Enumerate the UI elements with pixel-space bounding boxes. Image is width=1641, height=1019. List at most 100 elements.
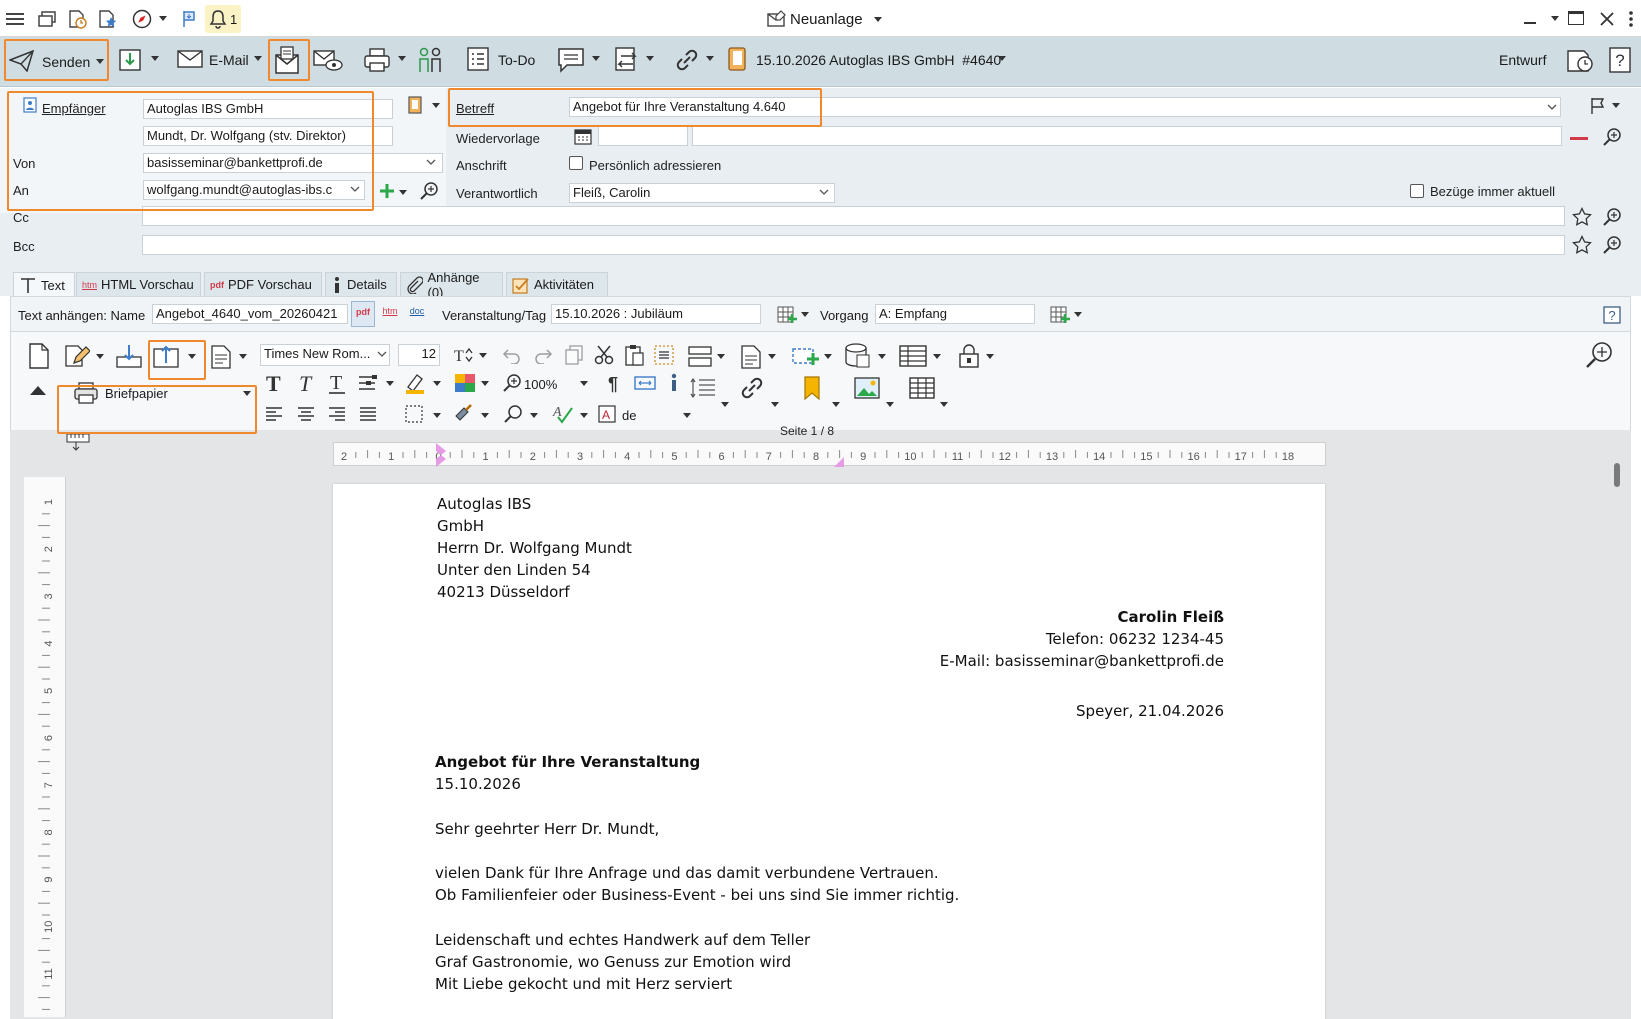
followup-date-field[interactable] <box>598 126 688 146</box>
link-icon[interactable] <box>672 45 702 75</box>
chevron-down-icon[interactable] <box>239 354 247 359</box>
redo-icon[interactable] <box>532 344 554 366</box>
refs-current-checkbox[interactable] <box>1410 184 1424 198</box>
notifications-button[interactable]: 1 <box>205 5 241 33</box>
chevron-down-icon[interactable] <box>481 413 489 418</box>
border-icon[interactable] <box>402 403 426 425</box>
image-icon[interactable] <box>853 374 881 402</box>
tab-text[interactable]: Text <box>13 272 75 297</box>
doc-format-button[interactable]: doc <box>405 301 429 327</box>
ruler-toggle-icon[interactable] <box>64 428 92 454</box>
contacts-people-icon[interactable] <box>416 45 444 75</box>
chevron-down-icon[interactable] <box>425 157 437 167</box>
chevron-down-icon[interactable] <box>683 413 691 418</box>
insert-field-icon[interactable] <box>791 342 821 370</box>
undo-icon[interactable] <box>501 344 523 366</box>
chevron-down-icon[interactable] <box>151 56 159 61</box>
favorite-document-icon[interactable] <box>96 8 118 30</box>
navigator-compass-icon[interactable] <box>131 8 153 30</box>
attach-name-input[interactable]: Angebot_4640_vom_20260421 <box>152 304 348 324</box>
cc-field[interactable] <box>142 206 1565 226</box>
letterhead-select[interactable]: Briefpapier <box>61 374 259 412</box>
more-options-icon[interactable] <box>1624 9 1638 29</box>
star-icon[interactable] <box>1571 234 1593 256</box>
flag-icon[interactable] <box>1588 96 1608 116</box>
recipient-label[interactable]: Empfänger <box>42 101 106 116</box>
chevron-down-icon[interactable] <box>432 103 440 108</box>
subject-label[interactable]: Betreff <box>456 101 494 116</box>
chevron-down-icon[interactable] <box>188 354 196 359</box>
search-zoom-icon[interactable] <box>1601 234 1623 256</box>
list-options-icon[interactable] <box>356 370 384 396</box>
italic-t-icon[interactable]: T <box>294 370 318 396</box>
tab-activities[interactable]: Aktivitäten <box>506 272 608 296</box>
chevron-down-icon[interactable] <box>1612 103 1620 108</box>
zoom-level[interactable]: 100% <box>524 377 557 392</box>
contact-card-icon[interactable] <box>22 96 38 114</box>
find-icon[interactable] <box>501 403 525 425</box>
font-size-select[interactable]: 12 <box>398 344 440 366</box>
cut-scissors-icon[interactable] <box>593 344 615 366</box>
paste-icon[interactable] <box>623 344 645 366</box>
color-palette-icon[interactable] <box>452 370 478 396</box>
chevron-down-icon[interactable] <box>1545 101 1559 113</box>
chevron-down-icon[interactable] <box>824 354 832 359</box>
underline-t-icon[interactable]: T <box>325 370 349 396</box>
email-button[interactable]: E-Mail <box>177 44 263 74</box>
align-center-icon[interactable] <box>294 403 318 425</box>
responsible-select[interactable]: Fleiß, Carolin <box>569 183 835 203</box>
process-input[interactable]: A: Empfang <box>875 304 1035 324</box>
chevron-down-icon[interactable] <box>96 354 104 359</box>
new-document-icon[interactable] <box>26 342 52 370</box>
chevron-down-icon[interactable] <box>377 349 387 359</box>
chevron-down-icon[interactable] <box>398 56 406 61</box>
tab-details[interactable]: Details <box>325 272 397 296</box>
chevron-down-icon[interactable] <box>433 413 441 418</box>
chevron-down-icon[interactable] <box>986 354 994 359</box>
export-document-icon[interactable] <box>151 342 181 370</box>
chevron-down-icon[interactable] <box>580 413 588 418</box>
chevron-down-icon[interactable] <box>721 402 729 407</box>
add-recipient-icon[interactable] <box>378 182 396 200</box>
chevron-down-icon[interactable] <box>386 381 394 386</box>
copy-icon[interactable] <box>563 344 585 366</box>
chevron-down-icon[interactable] <box>886 402 894 407</box>
format-painter-icon[interactable] <box>452 403 476 425</box>
hamburger-menu-icon[interactable] <box>4 8 26 30</box>
minimize-icon[interactable] <box>1524 22 1536 24</box>
workflow-icon[interactable] <box>612 45 642 75</box>
help-icon[interactable]: ? <box>1607 45 1633 75</box>
spell-check-icon[interactable]: A <box>551 403 575 425</box>
search-zoom-icon[interactable] <box>1601 126 1623 148</box>
address-book-icon[interactable] <box>406 96 424 114</box>
chevron-down-icon[interactable] <box>254 56 262 61</box>
chevron-down-icon[interactable] <box>243 391 251 396</box>
chevron-down-icon[interactable] <box>592 56 600 61</box>
event-day-input[interactable]: 15.10.2026 : Jubiläum <box>551 304 761 324</box>
database-merge-icon[interactable] <box>843 342 873 370</box>
page-layout-icon[interactable] <box>687 342 713 370</box>
document-page[interactable]: Autoglas IBS GmbH Herrn Dr. Wolfgang Mun… <box>333 484 1325 1019</box>
chevron-down-icon[interactable] <box>874 17 882 22</box>
chevron-down-icon[interactable] <box>878 354 886 359</box>
tab-pdf-preview[interactable]: pdf PDF Vorschau <box>204 272 322 296</box>
htm-format-button[interactable]: htm <box>378 301 402 327</box>
chevron-down-icon[interactable] <box>717 354 725 359</box>
chevron-down-icon[interactable] <box>479 353 487 358</box>
chevron-down-icon[interactable] <box>706 56 714 61</box>
pilcrow-icon[interactable]: ¶ <box>605 372 625 394</box>
followup-clock-icon[interactable] <box>1565 45 1595 75</box>
remove-minus-icon[interactable] <box>1570 137 1588 140</box>
table-icon[interactable] <box>898 342 928 370</box>
recent-documents-icon[interactable] <box>66 8 88 30</box>
personal-address-checkbox[interactable] <box>569 156 583 170</box>
search-zoom-icon[interactable] <box>1601 206 1623 228</box>
star-icon[interactable] <box>1571 206 1593 228</box>
chevron-down-icon[interactable] <box>481 381 489 386</box>
hyperlink-icon[interactable] <box>738 374 766 402</box>
send-button[interactable]: Senden <box>6 40 106 80</box>
help-icon[interactable]: ? <box>1602 305 1622 325</box>
windows-icon[interactable] <box>36 8 58 30</box>
save-download-icon[interactable] <box>116 44 144 74</box>
chevron-down-icon[interactable] <box>646 56 654 61</box>
